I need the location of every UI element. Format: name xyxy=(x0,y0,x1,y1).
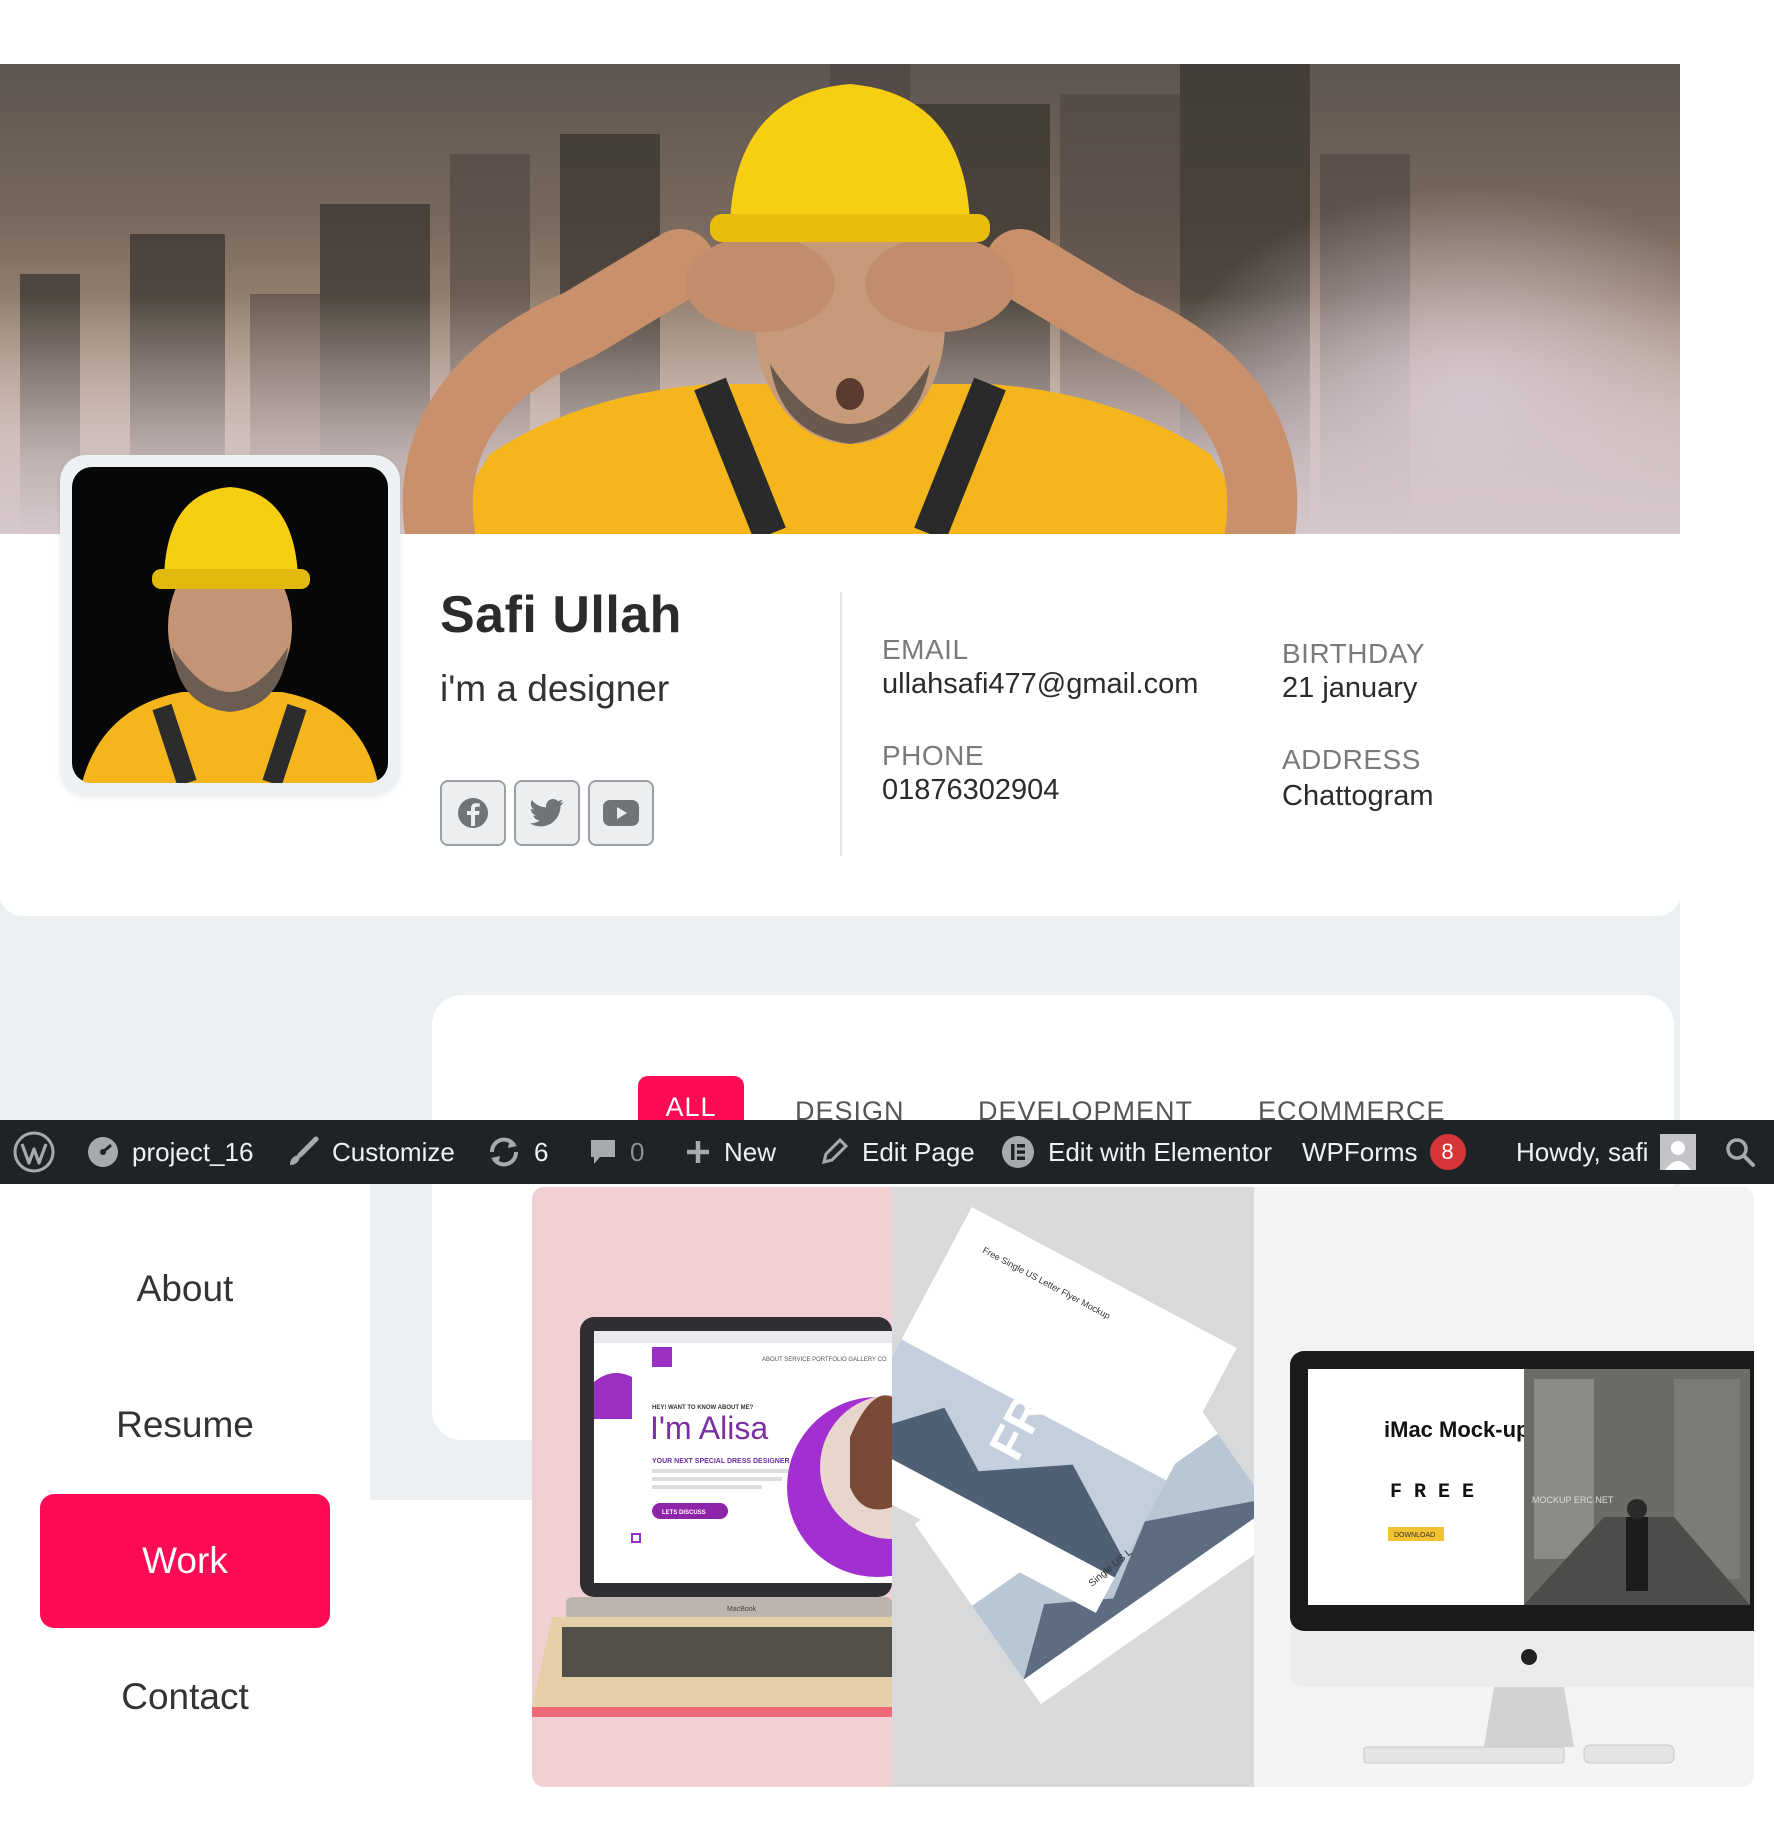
hero-person-illustration xyxy=(402,84,1298,534)
portfolio-item-laptop[interactable]: ABOUT SERVICE PORTFOLIO GALLERY CO HEY! … xyxy=(532,1187,892,1787)
updates-link[interactable]: 6 xyxy=(486,1120,548,1184)
laptop-site-nav: ABOUT SERVICE PORTFOLIO GALLERY CO xyxy=(762,1357,887,1363)
imac-mockup-image: iMac Mock-ups F R E E DOWNLOAD MOCKUP ER… xyxy=(1290,1351,1754,1764)
brush-icon xyxy=(290,1136,319,1165)
youtube-button[interactable] xyxy=(588,780,654,846)
customize-link[interactable]: Customize xyxy=(286,1120,455,1184)
nav-about[interactable]: About xyxy=(40,1222,330,1356)
twitter-icon xyxy=(530,799,564,827)
wp-logo-button[interactable] xyxy=(12,1120,56,1184)
profile-role: i'm a designer xyxy=(440,668,670,709)
nav-resume[interactable]: Resume xyxy=(40,1358,330,1492)
laptop-brand: MacBook xyxy=(727,1606,757,1613)
laptop-button: LETS DISCUSS xyxy=(662,1510,706,1516)
updates-count: 6 xyxy=(534,1136,549,1167)
dashboard-icon xyxy=(88,1137,118,1167)
howdy-label: Howdy, safi xyxy=(1516,1136,1649,1167)
laptop-mockup-image: ABOUT SERVICE PORTFOLIO GALLERY CO HEY! … xyxy=(532,1317,892,1717)
flyer-mockup-image: Free Single US Letter Flyer Mockup FREE … xyxy=(892,1207,1254,1705)
imac-watermark: MOCKUP ERC.NET xyxy=(1532,1495,1614,1505)
phone-value: 01876302904 xyxy=(882,774,1060,806)
birthday-label: BIRTHDAY xyxy=(1282,638,1425,669)
customize-label: Customize xyxy=(332,1136,455,1167)
wp-admin-bar: project_16 Customize 6 0 New Edit Page E… xyxy=(0,1120,1774,1184)
edit-page-link[interactable]: Edit Page xyxy=(818,1120,975,1184)
imac-free: F R E E xyxy=(1390,1481,1474,1504)
comment-icon xyxy=(591,1140,615,1164)
edit-elementor-label: Edit with Elementor xyxy=(1048,1136,1272,1167)
plus-icon xyxy=(687,1141,709,1163)
youtube-icon xyxy=(603,800,639,826)
comments-count: 0 xyxy=(630,1136,645,1167)
comments-link[interactable]: 0 xyxy=(588,1120,644,1184)
search-icon xyxy=(1726,1138,1755,1167)
avatar xyxy=(72,467,388,783)
updates-icon xyxy=(489,1137,519,1167)
apple-logo-icon xyxy=(1521,1649,1537,1665)
user-menu[interactable]: Howdy, safi xyxy=(1516,1120,1697,1184)
edit-page-label: Edit Page xyxy=(862,1136,975,1167)
filter-all[interactable]: ALL xyxy=(638,1076,744,1124)
portfolio-item-flyer[interactable]: Free Single US Letter Flyer Mockup FREE … xyxy=(892,1187,1254,1787)
site-name-menu[interactable]: project_16 xyxy=(86,1120,253,1184)
user-avatar-icon xyxy=(1660,1134,1697,1170)
phone-label: PHONE xyxy=(882,740,985,771)
edit-elementor-link[interactable]: Edit with Elementor xyxy=(1000,1120,1272,1184)
nav-work[interactable]: Work xyxy=(40,1494,330,1628)
new-label: New xyxy=(724,1136,777,1167)
wpforms-label: WPForms xyxy=(1302,1136,1418,1167)
new-content-menu[interactable]: New xyxy=(684,1120,776,1184)
laptop-sub: YOUR NEXT SPECIAL DRESS DESIGNER xyxy=(652,1458,790,1465)
portfolio-item-imac[interactable]: iMac Mock-ups F R E E DOWNLOAD MOCKUP ER… xyxy=(1254,1187,1754,1787)
imac-title: iMac Mock-ups xyxy=(1384,1417,1542,1442)
wpforms-count-badge: 8 xyxy=(1429,1134,1466,1170)
facebook-icon xyxy=(458,798,488,828)
pencil-icon xyxy=(821,1137,849,1165)
site-name: project_16 xyxy=(132,1136,254,1167)
birthday-value: 21 january xyxy=(1282,672,1418,704)
admin-search-button[interactable] xyxy=(1724,1120,1756,1184)
address-label: ADDRESS xyxy=(1282,744,1421,775)
nav-contact[interactable]: Contact xyxy=(40,1630,330,1764)
laptop-headline: I'm Alisa xyxy=(650,1410,768,1446)
address-value: Chattogram xyxy=(1282,780,1434,812)
email-value: ullahsafi477@gmail.com xyxy=(882,668,1199,700)
elementor-icon xyxy=(1002,1136,1034,1168)
card-divider xyxy=(840,592,842,856)
imac-download: DOWNLOAD xyxy=(1394,1532,1435,1539)
email-label: EMAIL xyxy=(882,634,969,665)
profile-name: Safi Ullah xyxy=(440,586,682,644)
facebook-button[interactable] xyxy=(440,780,506,846)
wordpress-icon xyxy=(13,1131,55,1173)
twitter-button[interactable] xyxy=(514,780,580,846)
wpforms-menu[interactable]: WPForms 8 xyxy=(1302,1120,1466,1184)
